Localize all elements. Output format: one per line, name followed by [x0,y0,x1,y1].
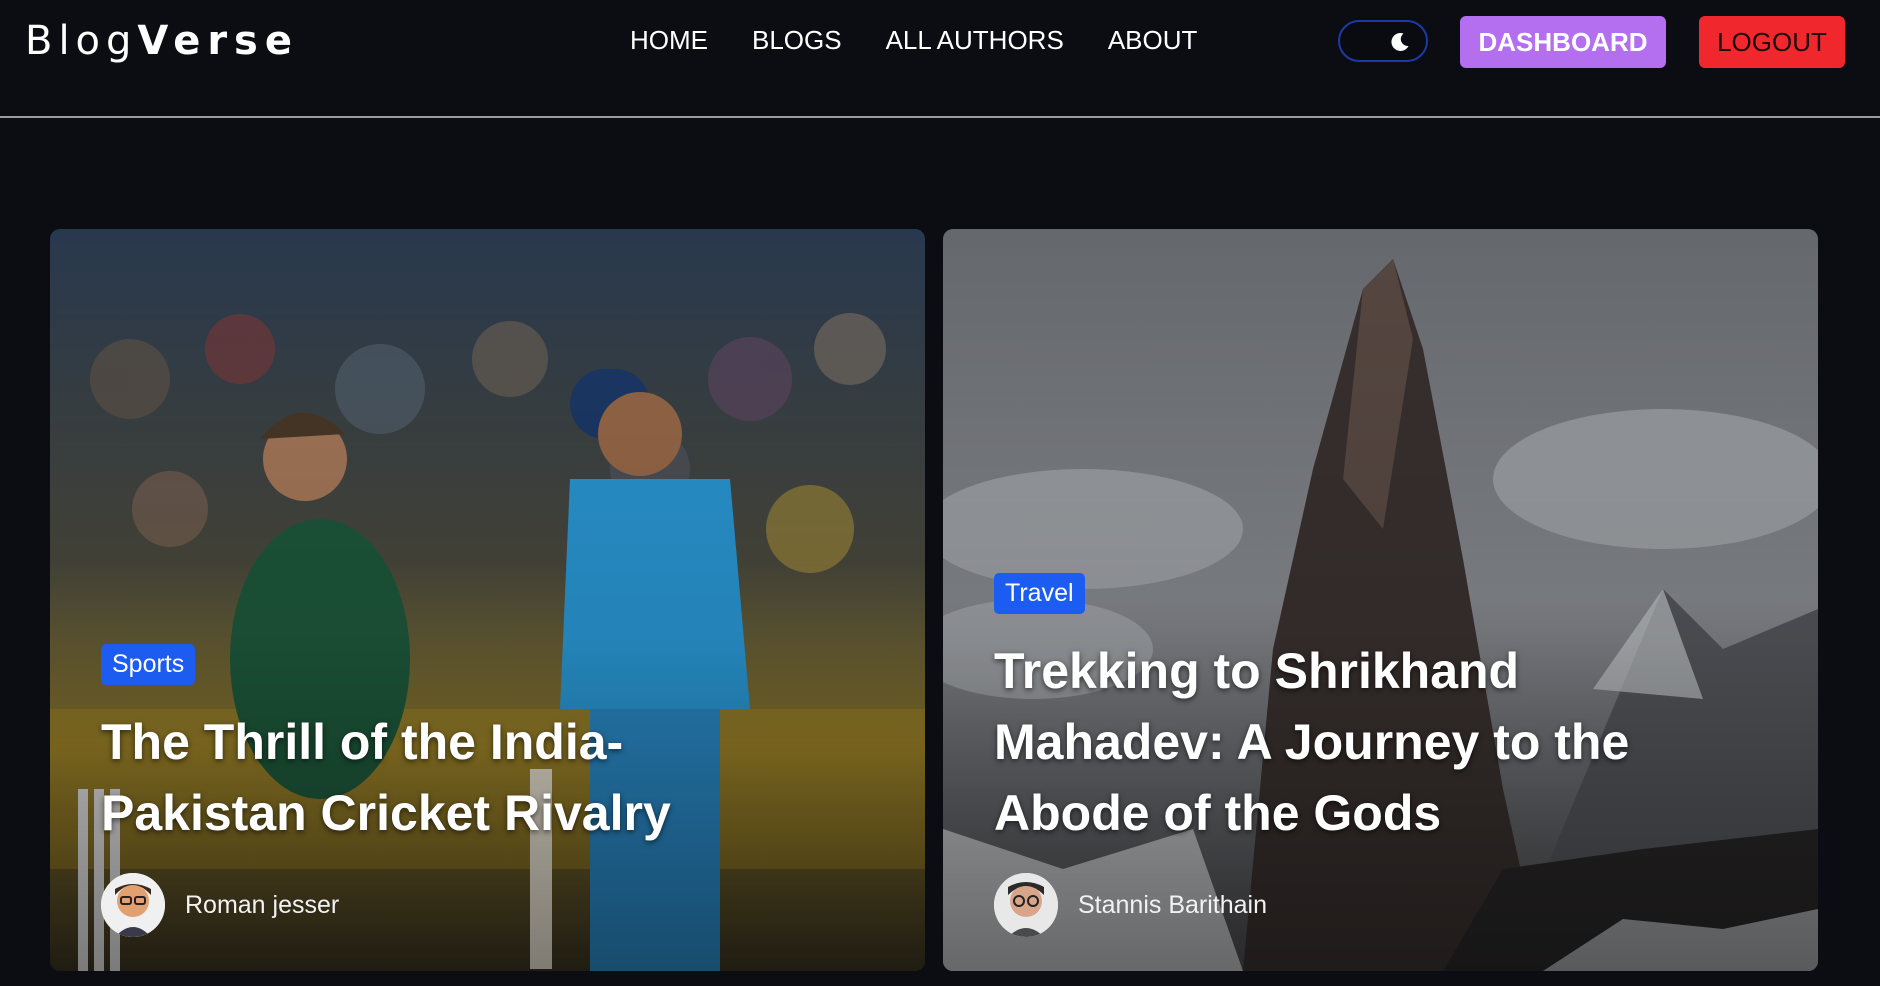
nav-home-link[interactable]: HOME [630,25,708,56]
nav-about-link[interactable]: ABOUT [1108,25,1198,56]
category-badge-sports[interactable]: Sports [101,644,196,685]
logout-button[interactable]: LOGOUT [1699,16,1845,68]
site-logo[interactable]: BlogVerse [25,18,299,64]
card-overlay [50,229,925,971]
author-info[interactable]: Stannis Barithain [994,873,1267,937]
avatar-image [101,873,165,937]
category-badge-travel[interactable]: Travel [994,573,1085,614]
author-avatar [101,873,165,937]
card-title[interactable]: The Thrill of the India-Pakistan Cricket… [101,707,801,849]
nav-all-authors-link[interactable]: ALL AUTHORS [886,25,1064,56]
blog-card-travel[interactable]: Travel Trekking to Shrikhand Mahadev: A … [943,229,1818,971]
avatar-image [994,873,1058,937]
author-info[interactable]: Roman jesser [101,873,339,937]
author-name: Stannis Barithain [1078,890,1268,919]
card-title[interactable]: Trekking to Shrikhand Mahadev: A Journey… [994,636,1684,849]
logo-text-blog: Blog [25,18,138,64]
moon-icon [1391,32,1409,51]
author-avatar [994,873,1058,937]
dashboard-button[interactable]: DASHBOARD [1460,16,1666,68]
main-nav: HOME BLOGS ALL AUTHORS ABOUT [630,25,1197,56]
nav-blogs-link[interactable]: BLOGS [752,25,842,56]
author-name: Roman jesser [185,890,340,919]
blog-card-sports[interactable]: Sports The Thrill of the India-Pakistan … [50,229,925,971]
theme-toggle[interactable] [1338,20,1428,62]
top-navbar: BlogVerse HOME BLOGS ALL AUTHORS ABOUT D… [0,0,1880,118]
logo-text-verse: Verse [137,18,299,64]
